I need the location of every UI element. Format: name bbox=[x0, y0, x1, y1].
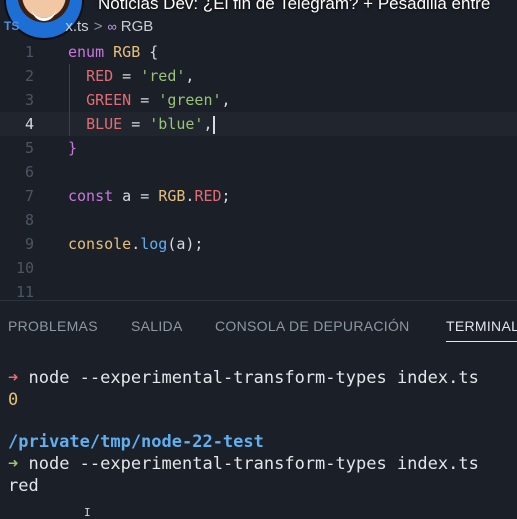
terminal-command: node --experimental-transform-types inde… bbox=[18, 368, 479, 388]
breadcrumb-separator: > bbox=[93, 17, 103, 35]
terminal-cwd-path: /private/tmp/node-22-test bbox=[8, 432, 264, 452]
string-literal: 'green' bbox=[158, 91, 222, 109]
code-line[interactable]: 7 const a = RGB.RED; bbox=[0, 184, 517, 208]
terminal-command-line: ➜ node --experimental-transform-types in… bbox=[8, 454, 479, 474]
code-line[interactable]: 9 console.log(a); bbox=[0, 232, 517, 256]
console-object: console bbox=[68, 235, 132, 253]
variable: a = bbox=[113, 187, 159, 205]
enum-symbol-icon: ∞ bbox=[107, 18, 117, 34]
line-number: 3 bbox=[24, 91, 34, 109]
brace: } bbox=[68, 139, 78, 157]
line-number: 5 bbox=[24, 139, 34, 157]
comma: , bbox=[203, 115, 213, 133]
enum-member: RED bbox=[86, 67, 114, 85]
tab-problems[interactable]: PROBLEMAS bbox=[8, 318, 98, 334]
enum-reference: RGB bbox=[158, 187, 186, 205]
operator: = bbox=[131, 91, 159, 109]
code-line[interactable]: 6 bbox=[0, 160, 517, 184]
line-number: 7 bbox=[24, 187, 34, 205]
string-literal: 'blue' bbox=[149, 115, 204, 133]
terminal-command: node --experimental-transform-types inde… bbox=[18, 454, 479, 474]
enum-name: RGB bbox=[113, 43, 141, 61]
code-line[interactable]: 3 GREEN = 'green', bbox=[0, 88, 517, 112]
line-number-active: 4 bbox=[24, 115, 34, 133]
line-number: 2 bbox=[24, 67, 34, 85]
code-editor[interactable]: 1 enum RGB { 2 RED = 'red', 3 GREEN = 'g… bbox=[0, 40, 517, 301]
terminal-output: red bbox=[8, 476, 39, 496]
breadcrumb-file[interactable]: x.ts bbox=[65, 18, 88, 35]
code-line[interactable]: 8 bbox=[0, 208, 517, 232]
comma: , bbox=[221, 91, 231, 109]
string-literal: 'red' bbox=[140, 67, 186, 85]
line-number: 9 bbox=[24, 235, 34, 253]
brace: { bbox=[140, 43, 159, 61]
code-line[interactable]: 10 bbox=[0, 256, 517, 280]
tab-terminal[interactable]: TERMINAL bbox=[446, 318, 517, 334]
breadcrumb-symbol[interactable]: RGB bbox=[121, 18, 154, 35]
text-cursor-icon: I bbox=[84, 506, 91, 519]
enum-member: GREEN bbox=[86, 91, 132, 109]
operator: = bbox=[113, 67, 141, 85]
keyword: enum bbox=[68, 43, 105, 61]
panel-tab-bar: PROBLEMAS SALIDA CONSOLA DE DEPURACIÓN T… bbox=[0, 300, 517, 345]
comma: , bbox=[185, 67, 195, 85]
current-code-line[interactable]: 4 BLUE = 'blue', bbox=[0, 112, 517, 136]
terminal-command-line: ➜ node --experimental-transform-types in… bbox=[8, 368, 479, 388]
breadcrumb: TS x.ts > ∞ RGB bbox=[0, 14, 517, 38]
function-call: log bbox=[140, 235, 168, 253]
line-number: 8 bbox=[24, 211, 34, 229]
code-line[interactable]: 5 } bbox=[0, 136, 517, 160]
semicolon: ; bbox=[221, 187, 231, 205]
tab-debug-console[interactable]: CONSOLA DE DEPURACIÓN bbox=[215, 318, 410, 334]
dot: . bbox=[131, 235, 141, 253]
keyword: const bbox=[68, 187, 114, 205]
code-line[interactable]: 1 enum RGB { bbox=[0, 40, 517, 64]
line-number: 10 bbox=[15, 259, 34, 277]
enum-member: BLUE bbox=[86, 115, 123, 133]
enum-member: RED bbox=[194, 187, 222, 205]
prompt-arrow-icon: ➜ bbox=[8, 454, 19, 474]
typescript-file-icon: TS bbox=[4, 19, 20, 33]
terminal[interactable]: ➜ node --experimental-transform-types in… bbox=[0, 346, 517, 519]
active-tab-indicator bbox=[446, 341, 517, 342]
tab-output[interactable]: SALIDA bbox=[131, 318, 183, 334]
prompt-arrow-icon: ➜ bbox=[8, 368, 19, 388]
line-number: 6 bbox=[24, 163, 34, 181]
terminal-output: 0 bbox=[8, 390, 19, 410]
line-number: 1 bbox=[24, 43, 34, 61]
arguments: (a); bbox=[167, 235, 204, 253]
operator: = bbox=[122, 115, 150, 133]
video-title: Noticias Dev: ¿El fin de Telegram? + Pes… bbox=[98, 0, 491, 13]
text-cursor bbox=[212, 115, 215, 134]
code-line[interactable]: 2 RED = 'red', bbox=[0, 64, 517, 88]
